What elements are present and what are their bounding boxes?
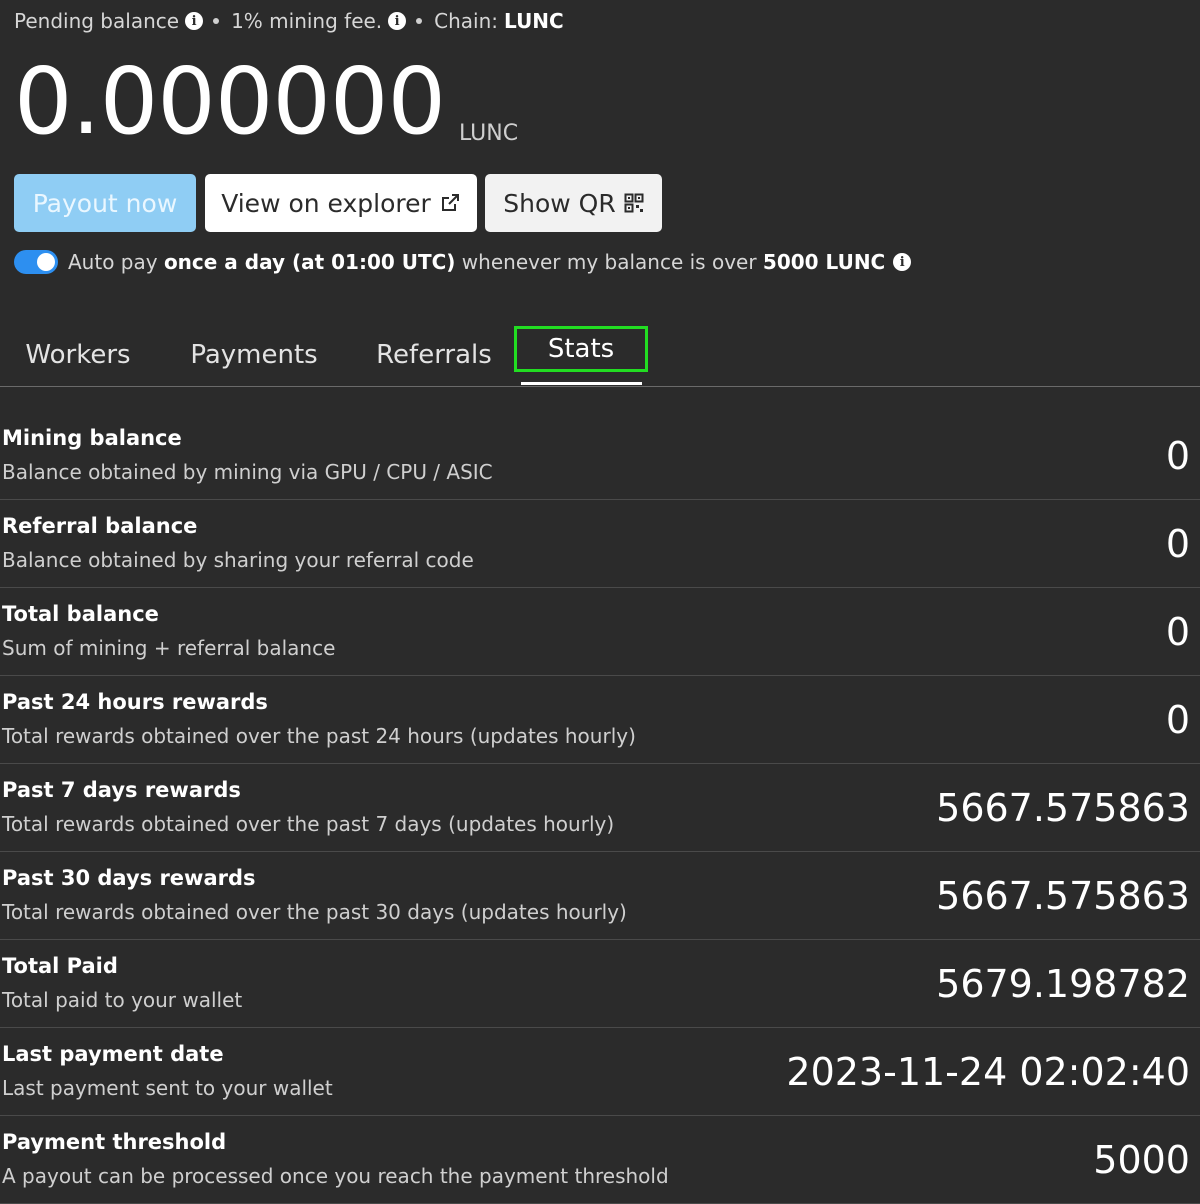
tab-workers[interactable]: Workers: [22, 326, 134, 384]
stat-row-total-paid: Total Paid Total paid to your wallet 567…: [0, 940, 1200, 1028]
stat-value: 0: [1165, 610, 1190, 654]
separator-dot-icon: [213, 18, 220, 24]
stat-value: 2023-11-24 02:02:40: [786, 1050, 1190, 1094]
fee-info-icon[interactable]: i: [388, 12, 407, 30]
stat-title: Past 30 days rewards: [2, 866, 256, 890]
tab-referrals[interactable]: Referrals: [372, 326, 496, 384]
payout-now-button[interactable]: Payout now: [14, 174, 196, 232]
stat-description: Balance obtained by sharing your referra…: [2, 548, 474, 572]
stats-list: Mining balance Balance obtained by minin…: [0, 412, 1200, 1204]
auto-pay-text: Auto pay: [68, 250, 164, 274]
stat-title: Payment threshold: [2, 1130, 227, 1154]
stat-row-mining-balance: Mining balance Balance obtained by minin…: [0, 412, 1200, 500]
stat-title: Past 24 hours rewards: [2, 690, 268, 714]
balance-amount: 0.000000: [14, 48, 446, 155]
stat-description: A payout can be processed once you reach…: [2, 1164, 669, 1188]
stat-value: 0: [1165, 698, 1190, 742]
auto-pay-condition-text: whenever my balance is over: [455, 250, 763, 274]
show-qr-button[interactable]: Show QR: [485, 174, 662, 232]
stat-description: Total paid to your wallet: [2, 988, 243, 1012]
tab-stats[interactable]: Stats: [514, 326, 648, 372]
stat-description: Total rewards obtained over the past 30 …: [2, 900, 627, 924]
stat-description: Sum of mining + referral balance: [2, 636, 336, 660]
stat-description: Balance obtained by mining via GPU / CPU…: [2, 460, 493, 484]
auto-pay-setting: Auto pay once a day (at 01:00 UTC) whene…: [14, 250, 912, 274]
stat-row-referral-balance: Referral balance Balance obtained by sha…: [0, 500, 1200, 588]
auto-pay-toggle[interactable]: [14, 250, 58, 274]
balance-info-bar: Pending balance i 1% mining fee. i Chain…: [14, 6, 564, 36]
pending-info-icon[interactable]: i: [185, 12, 204, 30]
view-on-explorer-label: View on explorer: [221, 188, 431, 218]
payout-now-label: Payout now: [32, 188, 178, 218]
stat-title: Past 7 days rewards: [2, 778, 241, 802]
stat-row-payment-threshold: Payment threshold A payout can be proces…: [0, 1116, 1200, 1204]
show-qr-label: Show QR: [503, 188, 616, 218]
stat-row-past-24h-rewards: Past 24 hours rewards Total rewards obta…: [0, 676, 1200, 764]
external-link-icon: [439, 192, 461, 214]
auto-pay-frequency: once a day (at 01:00 UTC): [163, 250, 456, 274]
auto-pay-info-icon[interactable]: i: [893, 253, 912, 271]
stat-row-past-30d-rewards: Past 30 days rewards Total rewards obtai…: [0, 852, 1200, 940]
pending-balance: 0.000000 LUNC: [14, 52, 518, 152]
balance-unit: LUNC: [458, 121, 519, 146]
view-on-explorer-button[interactable]: View on explorer: [205, 174, 477, 232]
stat-title: Total Paid: [2, 954, 118, 978]
tab-bar: Workers Payments Referrals Stats: [0, 326, 1200, 387]
active-tab-indicator: [521, 382, 642, 385]
stat-row-past-7d-rewards: Past 7 days rewards Total rewards obtain…: [0, 764, 1200, 852]
qr-code-icon: [624, 193, 644, 213]
stat-title: Referral balance: [2, 514, 198, 538]
stat-value: 0: [1165, 522, 1190, 566]
mining-fee-label: 1% mining fee.: [231, 9, 383, 33]
stat-value: 5679.198782: [936, 962, 1190, 1006]
stat-description: Total rewards obtained over the past 7 d…: [2, 812, 615, 836]
stat-description: Last payment sent to your wallet: [2, 1076, 333, 1100]
stat-value: 5667.575863: [936, 786, 1190, 830]
stat-title: Total balance: [2, 602, 159, 626]
stat-row-total-balance: Total balance Sum of mining + referral b…: [0, 588, 1200, 676]
auto-pay-threshold: 5000 LUNC: [762, 250, 886, 274]
stat-value: 5000: [1093, 1138, 1190, 1182]
stat-value: 0: [1165, 434, 1190, 478]
chain-label: Chain:: [434, 9, 499, 33]
tab-payments[interactable]: Payments: [184, 326, 324, 384]
stat-description: Total rewards obtained over the past 24 …: [2, 724, 636, 748]
separator-dot-icon: [416, 18, 423, 24]
toggle-knob: [37, 253, 55, 271]
stat-title: Last payment date: [2, 1042, 224, 1066]
stat-title: Mining balance: [2, 426, 182, 450]
pending-balance-label: Pending balance: [14, 9, 180, 33]
stat-value: 5667.575863: [936, 874, 1190, 918]
stat-row-last-payment-date: Last payment date Last payment sent to y…: [0, 1028, 1200, 1116]
chain-value: LUNC: [504, 9, 564, 33]
